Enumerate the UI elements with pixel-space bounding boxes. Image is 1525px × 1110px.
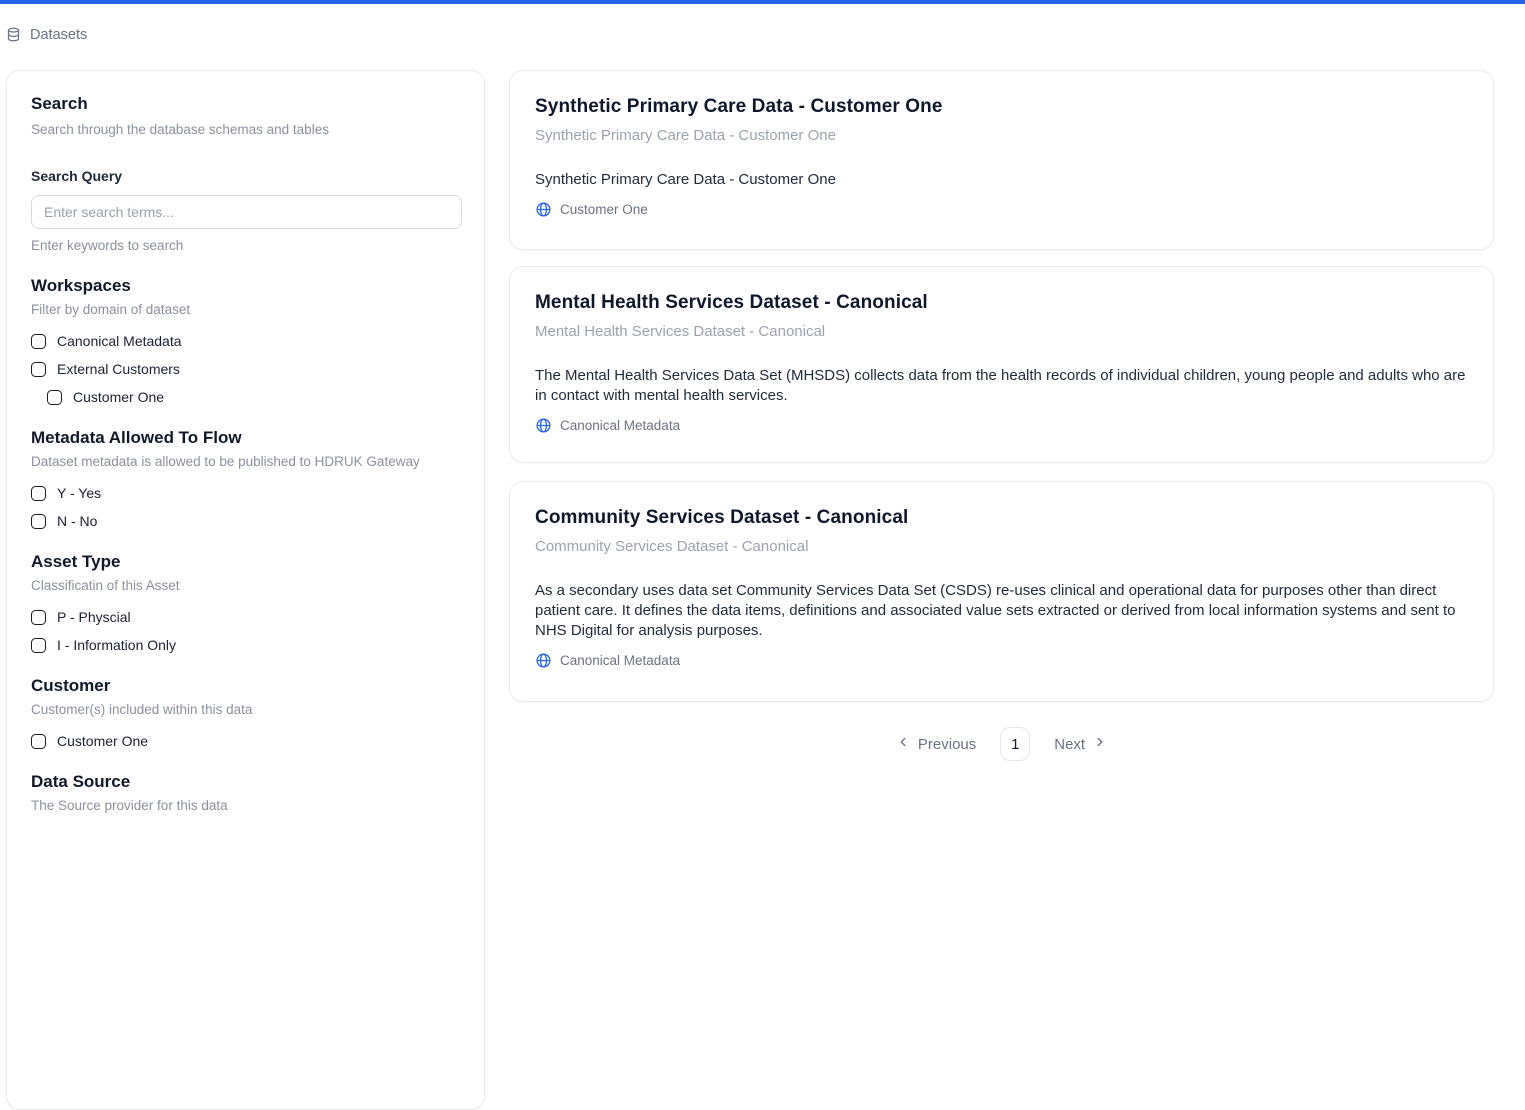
dataset-card-workspace-tag: Canonical Metadata: [535, 652, 1468, 669]
search-panel-subtitle: Search through the database schemas and …: [31, 121, 460, 139]
filter-option-y-yes[interactable]: Y - Yes: [31, 483, 460, 503]
filter-section-title: Metadata Allowed To Flow: [31, 427, 460, 449]
dataset-card-description: The Mental Health Services Data Set (MHS…: [535, 366, 1468, 406]
filter-section-asset-type: Asset Type Classificatin of this Asset P -…: [31, 551, 460, 655]
filter-section-title: Asset Type: [31, 551, 460, 573]
filter-section-title: Data Source: [31, 771, 460, 793]
dataset-card[interactable]: Mental Health Services Dataset - Canonic…: [509, 266, 1494, 463]
filter-section-subtitle: Customer(s) included within this data: [31, 701, 460, 719]
globe-icon: [535, 201, 552, 218]
previous-page-button[interactable]: Previous: [896, 735, 976, 753]
checkbox-canonical-metadata[interactable]: [31, 334, 46, 349]
filter-sidebar: Search Search through the database schem…: [6, 70, 485, 1110]
checkbox-label: P - Physcial: [57, 607, 131, 627]
checkbox-label: Customer One: [73, 387, 164, 407]
dataset-card-subtitle: Community Services Dataset - Canonical: [535, 537, 1468, 557]
filter-sections: Workspaces Filter by domain of dataset Can…: [31, 275, 460, 815]
filter-section-title: Workspaces: [31, 275, 460, 297]
dataset-card-title: Synthetic Primary Care Data - Customer O…: [535, 96, 1468, 118]
checkbox-label: Customer One: [57, 731, 148, 751]
filter-section-subtitle: Classificatin of this Asset: [31, 577, 460, 595]
filter-section-customer: Customer Customer(s) included within this…: [31, 675, 460, 751]
filter-option-list: Y - Yes N - No: [31, 483, 460, 531]
dataset-card-subtitle: Mental Health Services Dataset - Canonic…: [535, 322, 1468, 342]
filter-option-external-customers[interactable]: External Customers: [31, 359, 460, 379]
chevron-right-icon: [1093, 735, 1107, 753]
checkbox-label: External Customers: [57, 359, 180, 379]
checkbox-n-no[interactable]: [31, 514, 46, 529]
filter-option-i-information-only[interactable]: I - Information Only: [31, 635, 460, 655]
dataset-card-workspace-tag: Customer One: [535, 201, 1468, 218]
previous-page-label: Previous: [918, 736, 976, 753]
filter-section-subtitle: Filter by domain of dataset: [31, 301, 460, 319]
dataset-card-title: Community Services Dataset - Canonical: [535, 507, 1468, 529]
filter-section-subtitle: Dataset metadata is allowed to be publis…: [31, 453, 460, 471]
checkbox-label: N - No: [57, 511, 97, 531]
checkbox-customer-one[interactable]: [31, 734, 46, 749]
dataset-card-description: Synthetic Primary Care Data - Customer O…: [535, 170, 1468, 190]
dataset-card-title: Mental Health Services Dataset - Canonic…: [535, 292, 1468, 314]
filter-option-p-physcial[interactable]: P - Physcial: [31, 607, 460, 627]
filter-option-canonical-metadata[interactable]: Canonical Metadata: [31, 331, 460, 351]
filter-section-subtitle: The Source provider for this data: [31, 797, 460, 815]
filter-option-n-no[interactable]: N - No: [31, 511, 460, 531]
filter-option-list: Canonical Metadata External Customers Cust…: [31, 331, 460, 407]
checkbox-label: Y - Yes: [57, 483, 101, 503]
filter-option-list: P - Physcial I - Information Only: [31, 607, 460, 655]
checkbox-customer-one[interactable]: [47, 390, 62, 405]
filter-section-metadata-allowed-to-flow: Metadata Allowed To Flow Dataset metadata…: [31, 427, 460, 531]
pagination: Previous 1 Next: [509, 726, 1494, 762]
page-title: Datasets: [30, 27, 87, 43]
filter-section-title: Customer: [31, 675, 460, 697]
checkbox-label: I - Information Only: [57, 635, 176, 655]
workspace-tag-label: Customer One: [560, 202, 648, 217]
workspace-tag-label: Canonical Metadata: [560, 653, 680, 668]
dataset-card-subtitle: Synthetic Primary Care Data - Customer O…: [535, 126, 1468, 146]
dataset-card[interactable]: Community Services Dataset - Canonical Co…: [509, 481, 1494, 702]
search-panel-title: Search: [31, 93, 460, 115]
workspace-tag-label: Canonical Metadata: [560, 418, 680, 433]
next-page-button[interactable]: Next: [1054, 735, 1107, 753]
filter-section-data-source: Data Source The Source provider for this …: [31, 771, 460, 815]
checkbox-p-physcial[interactable]: [31, 610, 46, 625]
page-number-button[interactable]: 1: [1000, 727, 1030, 761]
chevron-left-icon: [896, 735, 910, 753]
breadcrumb[interactable]: Datasets: [6, 26, 87, 43]
search-help-text: Enter keywords to search: [31, 237, 460, 255]
checkbox-y-yes[interactable]: [31, 486, 46, 501]
filter-option-customer-one[interactable]: Customer One: [47, 387, 460, 407]
checkbox-label: Canonical Metadata: [57, 331, 182, 351]
globe-icon: [535, 417, 552, 434]
top-accent-bar: [0, 0, 1525, 4]
dataset-card[interactable]: Synthetic Primary Care Data - Customer O…: [509, 70, 1494, 250]
search-input[interactable]: [31, 195, 462, 229]
filter-option-list: Customer One: [31, 731, 460, 751]
checkbox-external-customers[interactable]: [31, 362, 46, 377]
next-page-label: Next: [1054, 736, 1085, 753]
filter-section-workspaces: Workspaces Filter by domain of dataset Can…: [31, 275, 460, 407]
search-query-label: Search Query: [31, 167, 460, 185]
dataset-card-workspace-tag: Canonical Metadata: [535, 417, 1468, 434]
database-icon: [6, 26, 21, 43]
dataset-card-description: As a secondary uses data set Community S…: [535, 581, 1468, 641]
globe-icon: [535, 652, 552, 669]
checkbox-i-information-only[interactable]: [31, 638, 46, 653]
filter-option-customer-one[interactable]: Customer One: [31, 731, 460, 751]
